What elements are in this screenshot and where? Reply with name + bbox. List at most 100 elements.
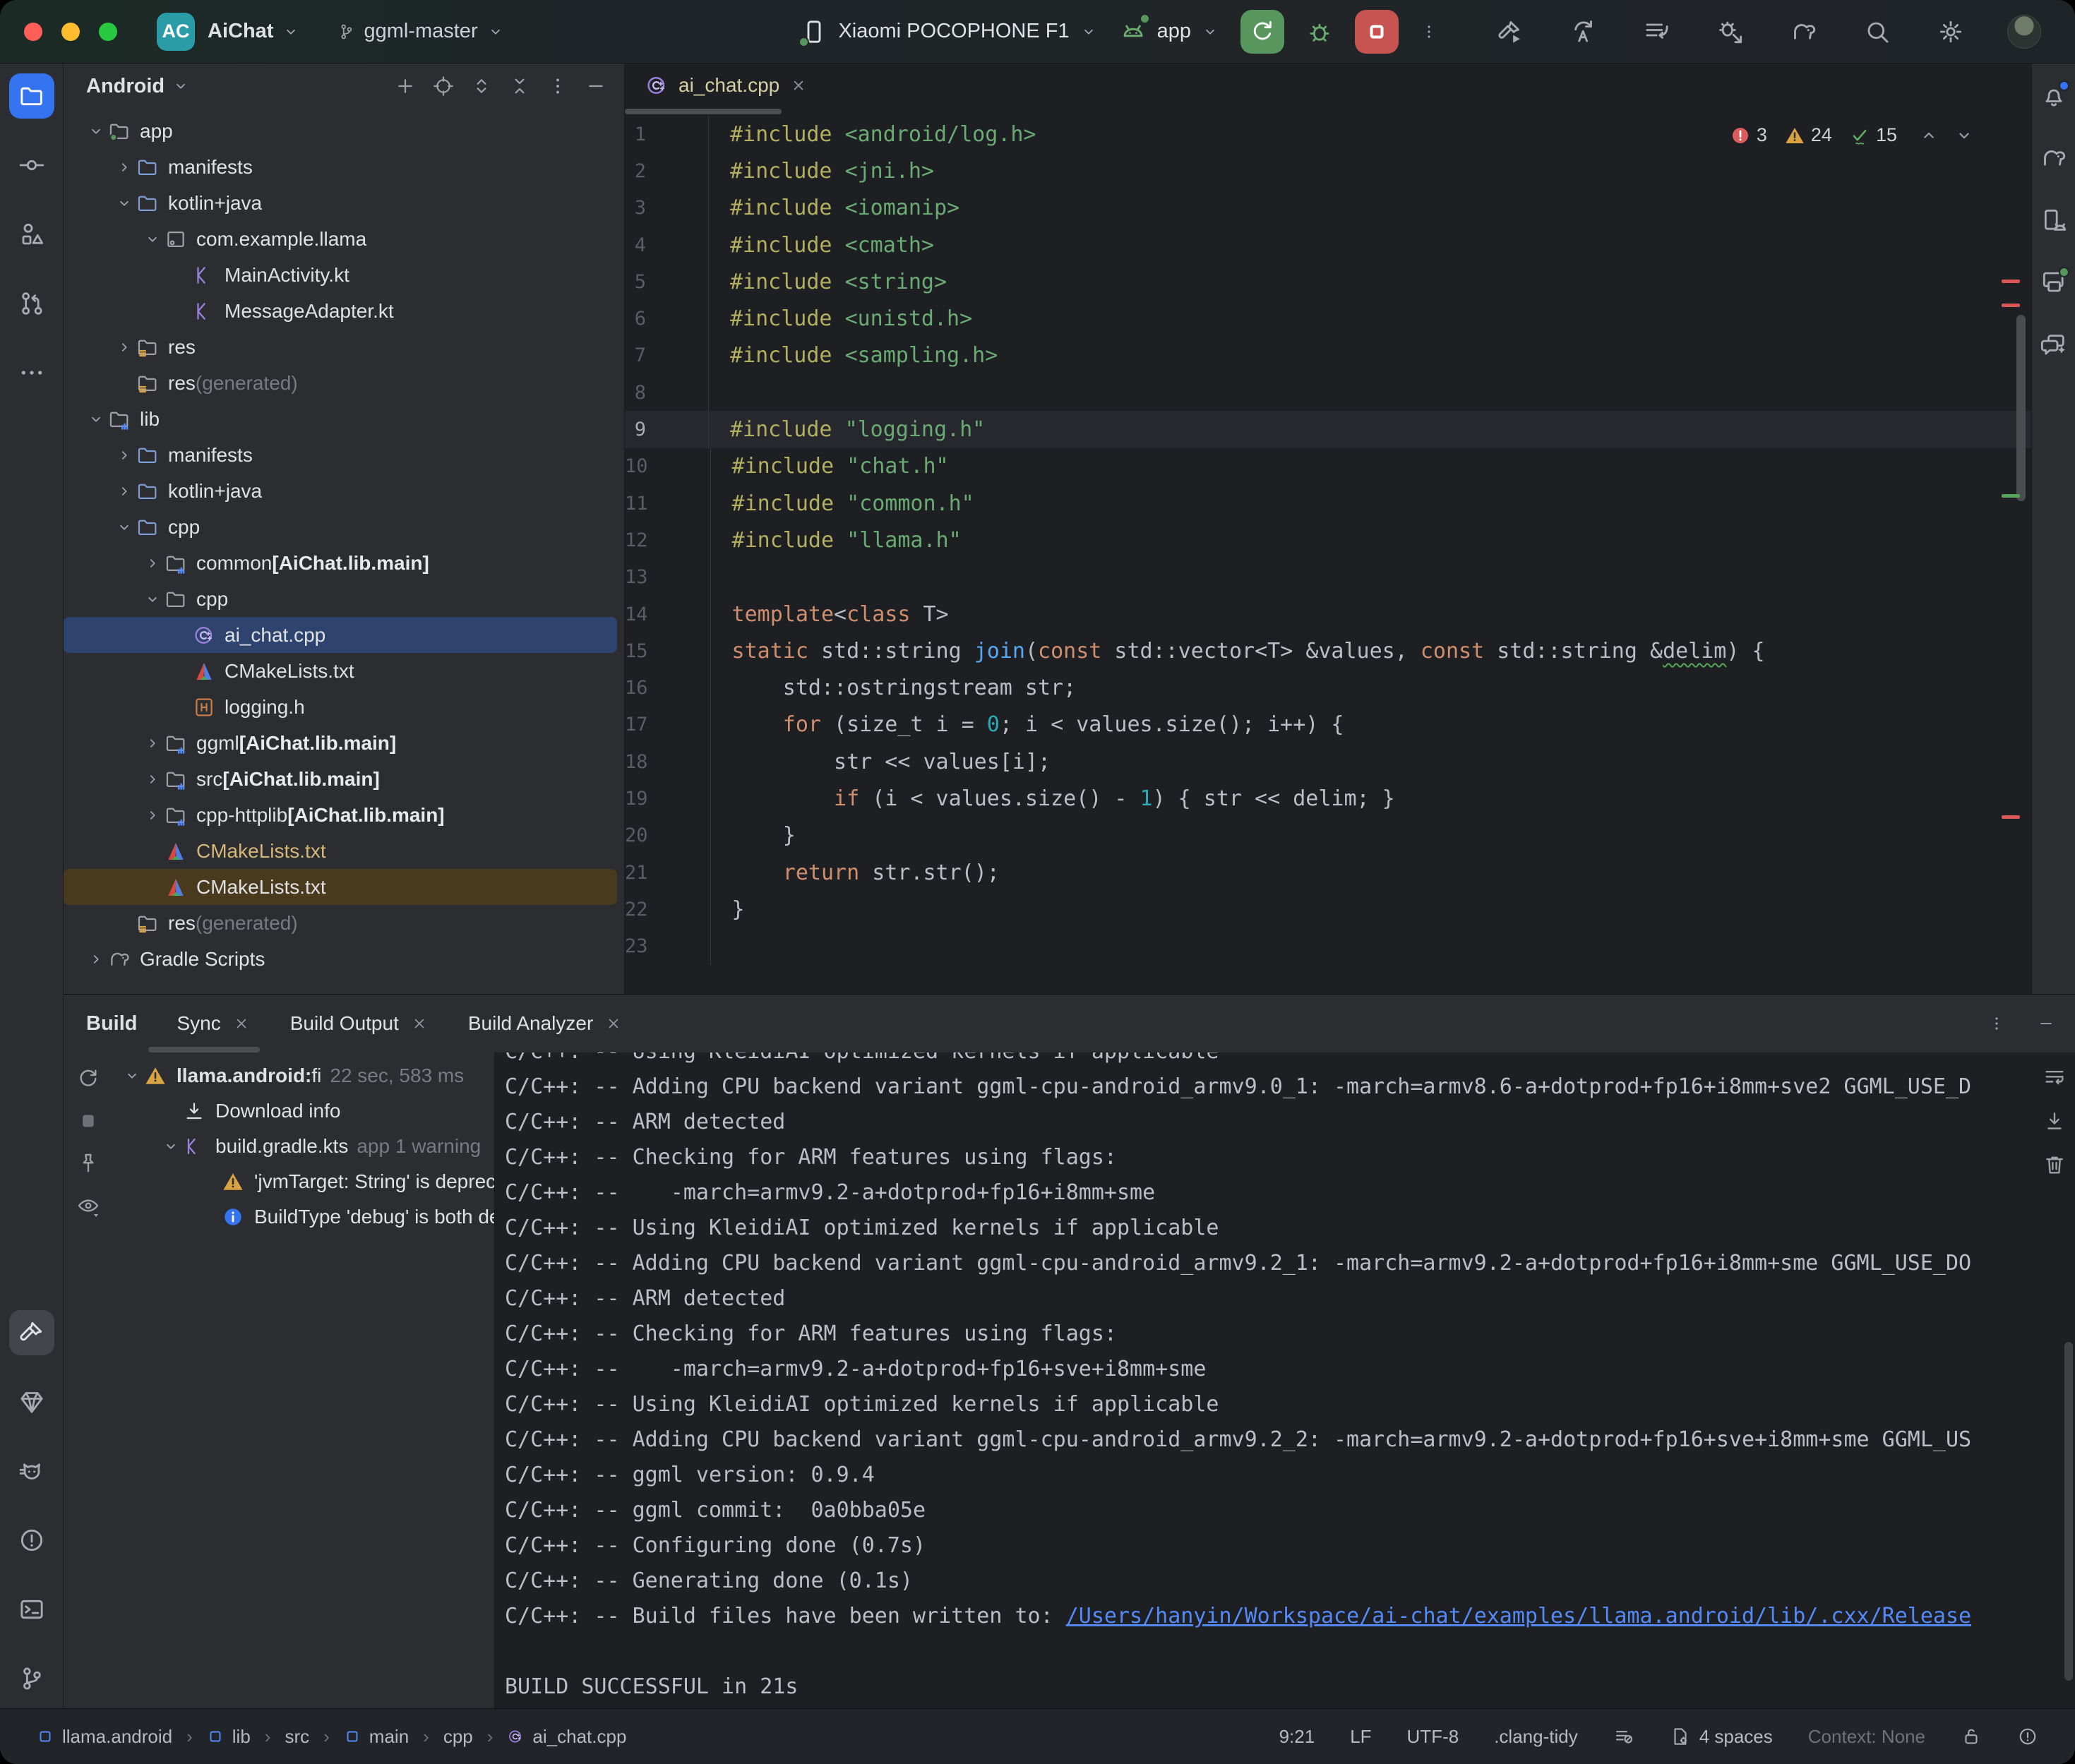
close-x-icon[interactable] — [604, 1014, 623, 1033]
status--clang-tidy[interactable]: .clang-tidy — [1494, 1726, 1578, 1748]
breadcrumb-main[interactable]: main — [344, 1726, 409, 1748]
plus-icon[interactable] — [394, 75, 417, 97]
hide-panel-button[interactable] — [2037, 1014, 2055, 1033]
close-icon[interactable] — [789, 76, 808, 95]
line-number[interactable]: 23 — [625, 935, 710, 957]
stripe-mark[interactable] — [2002, 494, 2020, 498]
code-area[interactable]: 1#include <android/log.h>2#include <jni.… — [625, 116, 2031, 994]
build-tree-item[interactable]: 'jvmTarget: String' is deprec — [113, 1164, 494, 1199]
close-window-button[interactable] — [24, 23, 42, 41]
line-number[interactable]: 12 — [625, 529, 710, 551]
tree-item-messageadapter-kt[interactable]: MessageAdapter.kt — [64, 293, 617, 329]
more-h-button[interactable] — [9, 350, 54, 395]
status-4-spaces[interactable]: 4 spaces — [1670, 1726, 1773, 1748]
pull-requests-button[interactable] — [9, 281, 54, 326]
stripe-mark[interactable] — [2002, 304, 2020, 307]
breadcrumb-ai-chat-cpp[interactable]: ai_chat.cpp — [507, 1726, 626, 1748]
project-selector[interactable]: AiChat — [208, 20, 300, 43]
chevron-right-icon[interactable] — [113, 446, 136, 464]
commit-button[interactable] — [9, 143, 54, 188]
tree-item-mainactivity-kt[interactable]: MainActivity.kt — [64, 257, 617, 293]
version-control-button[interactable] — [9, 1656, 54, 1701]
build-tab-build-output[interactable]: Build Output — [290, 1012, 429, 1035]
chevron-down-icon[interactable] — [141, 590, 164, 608]
tree-item-cmakelists-txt[interactable]: CMakeLists.txt — [64, 869, 617, 905]
search-button[interactable] — [1855, 9, 1900, 54]
build-tree-item[interactable]: build.gradle.ktsapp 1 warning — [113, 1129, 494, 1164]
chevron-down-icon[interactable] — [113, 194, 136, 212]
attach-debugger-button[interactable] — [1708, 9, 1753, 54]
chevron-down-icon[interactable] — [159, 1137, 183, 1156]
line-number[interactable]: 3 — [625, 197, 708, 219]
tree-item-cpp-httplib[interactable]: cpp-httplib [AiChat.lib.main] — [64, 797, 617, 833]
line-number[interactable]: 18 — [625, 751, 710, 773]
line-number[interactable]: 21 — [625, 862, 710, 884]
refresh-icon[interactable] — [76, 1067, 100, 1091]
status-problems[interactable] — [2017, 1726, 2038, 1747]
chevron-right-icon[interactable] — [141, 770, 164, 788]
status-9-21[interactable]: 9:21 — [1279, 1726, 1315, 1748]
tree-item-lib[interactable]: lib — [64, 401, 617, 437]
chevron-down-icon[interactable] — [141, 230, 164, 248]
minimize-window-button[interactable] — [61, 23, 80, 41]
build-tab-build-analyzer[interactable]: Build Analyzer — [468, 1012, 623, 1035]
editor[interactable]: ai_chat.cpp 3 24 15 — [625, 64, 2031, 994]
avatar[interactable] — [2002, 9, 2047, 54]
prev-problem-button[interactable] — [1918, 125, 1939, 146]
rerun-button[interactable] — [1240, 10, 1284, 54]
gradle-elephant-button[interactable] — [2037, 141, 2071, 175]
hide-minus-icon[interactable] — [585, 75, 607, 97]
scroll-end-icon[interactable] — [2043, 1109, 2067, 1133]
inspect-eye-icon[interactable] — [76, 1194, 100, 1218]
tree-item-cmakelists-txt[interactable]: CMakeLists.txt — [64, 833, 617, 869]
device-manager-button[interactable] — [2037, 203, 2071, 237]
build-tree-item[interactable]: BuildType 'debug' is both de — [113, 1199, 494, 1235]
project-view-selector[interactable]: Android — [86, 75, 190, 98]
chevron-right-icon[interactable] — [113, 482, 136, 500]
soft-wrap-icon[interactable] — [2043, 1065, 2067, 1089]
line-number[interactable]: 6 — [625, 308, 708, 330]
more-kebab-icon[interactable] — [546, 75, 569, 97]
tree-item-app[interactable]: app — [64, 113, 617, 149]
settings-gear-button[interactable] — [1928, 9, 1973, 54]
breadcrumb-cpp[interactable]: cpp — [443, 1726, 473, 1748]
branch-selector[interactable]: ggml-master — [337, 20, 504, 43]
app-quality-insights-button[interactable] — [9, 1379, 54, 1424]
tree-item-res[interactable]: res (generated) — [64, 905, 617, 941]
chevron-right-icon[interactable] — [141, 806, 164, 824]
tree-item-manifests[interactable]: manifests — [64, 149, 617, 185]
line-number[interactable]: 4 — [625, 234, 708, 256]
line-number[interactable]: 17 — [625, 714, 710, 736]
make-hammer-button[interactable] — [1488, 9, 1533, 54]
stripe-mark[interactable] — [2002, 815, 2020, 819]
chevron-down-icon[interactable] — [85, 410, 107, 428]
line-number[interactable]: 13 — [625, 566, 710, 588]
run-config-selector[interactable]: app — [1119, 18, 1219, 46]
line-number[interactable]: 15 — [625, 640, 710, 662]
close-x-icon[interactable] — [232, 1014, 251, 1033]
profiler-button[interactable] — [1634, 9, 1680, 54]
tree-item-cpp[interactable]: cpp — [64, 581, 617, 617]
line-number[interactable]: 20 — [625, 824, 710, 846]
apply-changes-button[interactable] — [1561, 9, 1606, 54]
trash-icon[interactable] — [2043, 1153, 2067, 1177]
tree-item-ggml[interactable]: ggml [AiChat.lib.main] — [64, 725, 617, 761]
chevron-down-icon[interactable] — [120, 1067, 144, 1085]
next-problem-button[interactable] — [1954, 125, 1975, 146]
tree-item-cmakelists-txt[interactable]: CMakeLists.txt — [64, 653, 617, 689]
tree-item-manifests[interactable]: manifests — [64, 437, 617, 473]
line-number[interactable]: 8 — [625, 382, 708, 404]
chevron-right-icon[interactable] — [85, 950, 107, 968]
build-options-button[interactable] — [1987, 1014, 2006, 1033]
status-lock-open[interactable] — [1961, 1726, 1982, 1747]
project-folder-button[interactable] — [9, 73, 54, 119]
editor-vscrollbar[interactable] — [2016, 315, 2026, 501]
tree-item-gradle-scripts[interactable]: Gradle Scripts — [64, 941, 617, 977]
target-icon[interactable] — [432, 75, 455, 97]
tree-item-res[interactable]: res (generated) — [64, 365, 617, 401]
tree-item-com-example-llama[interactable]: com.example.llama — [64, 221, 617, 257]
close-x-icon[interactable] — [410, 1014, 429, 1033]
stop-filled-icon[interactable] — [76, 1109, 100, 1133]
line-number[interactable]: 10 — [625, 455, 710, 477]
tab-ai-chat-cpp[interactable]: ai_chat.cpp — [625, 64, 827, 107]
